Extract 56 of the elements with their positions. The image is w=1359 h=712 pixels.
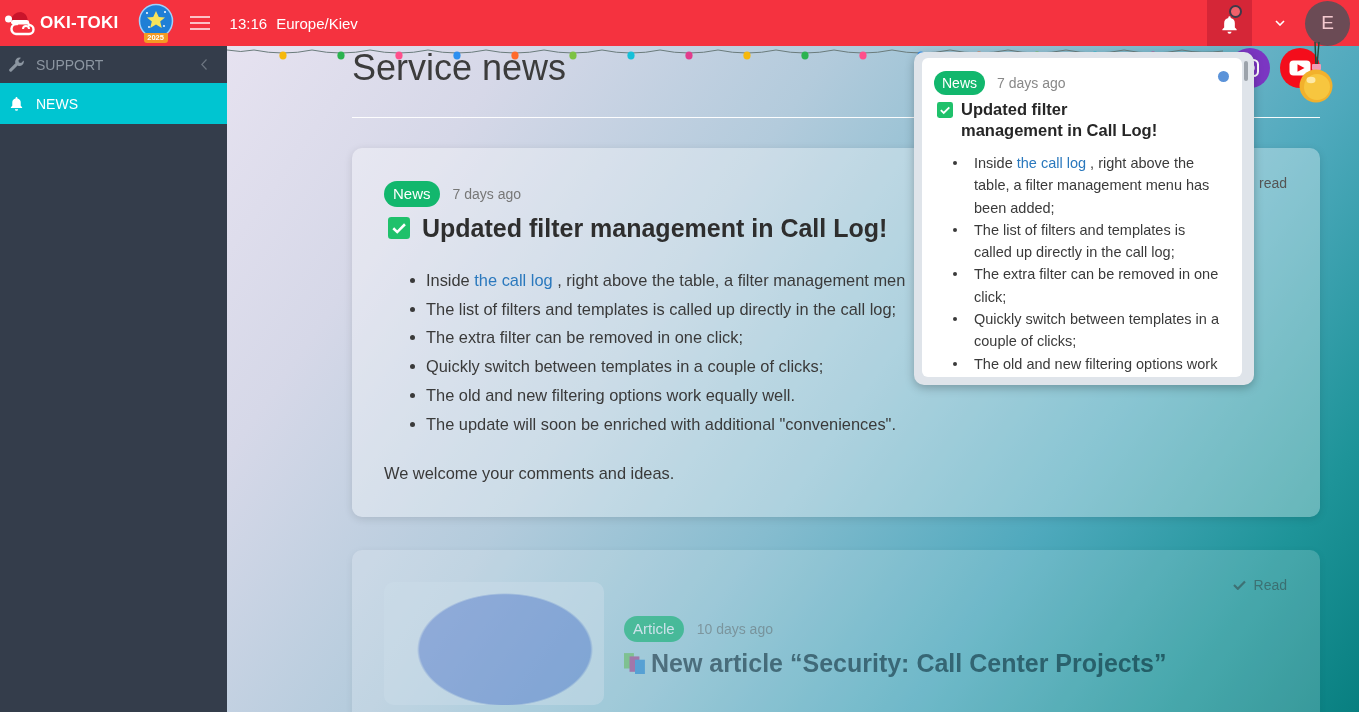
list-item-text: The extra filter can be removed in one click; (426, 327, 744, 349)
post-age: 7 days ago (997, 75, 1066, 91)
notification-title: Updated filter management in Call Log! (961, 99, 1159, 141)
page-title: Service news (352, 46, 567, 90)
bullet-icon (953, 317, 957, 322)
post-age: 10 days ago (696, 620, 773, 637)
list-item-text: The list of filters and templates is called up directly in the call log; (426, 298, 897, 320)
category-badge: Article (624, 615, 684, 642)
card-footer-text: We welcome your comments and ideas. (384, 464, 676, 484)
list-item-text: Quickly switch between templates in a couple of clicks; (974, 310, 1220, 352)
bullet-icon (410, 306, 415, 312)
bell-icon (9, 96, 24, 111)
bell-icon (1220, 15, 1239, 34)
list-item-text: Inside the call log , right above the table, a filter management menu has been added; (974, 154, 1211, 218)
notifications-button[interactable] (1207, 0, 1252, 46)
bullet-icon (410, 392, 415, 398)
bullet-icon (953, 272, 957, 277)
bullet-icon (410, 364, 415, 370)
mark-read-button[interactable]: read (1258, 175, 1287, 191)
logo-text: OKI-TOKI (40, 13, 119, 33)
read-status[interactable]: Read (1232, 577, 1287, 594)
list-item-text: Inside the call log , right above the table, a filter management men (426, 270, 906, 291)
scrollbar-thumb[interactable] (1244, 61, 1248, 81)
hat-cloud-logo-icon (4, 10, 36, 36)
list-item-text: Quickly switch between templates in a couple of clicks; (426, 356, 824, 378)
bullet-icon (953, 361, 957, 366)
bullet-icon (953, 161, 957, 165)
books-icon (624, 651, 646, 674)
checkmark-icon (388, 217, 410, 239)
text-link[interactable]: the call log (1016, 155, 1087, 171)
post-age: 7 days ago (452, 186, 521, 202)
clock-time: 13:16 (229, 14, 268, 32)
menu-icon[interactable] (189, 16, 210, 30)
category-badge: News (384, 181, 440, 207)
list-item-text: The update will soon be enriched with additional "conveniences". (426, 413, 896, 435)
ornament-icon (1298, 42, 1334, 104)
timezone-label: Europe/Kiev (276, 14, 358, 32)
bullet-icon (410, 421, 415, 427)
card-title: Updated filter management in Call Log! (422, 214, 888, 242)
bullet-icon (410, 335, 415, 341)
text-link[interactable]: the call log (474, 271, 553, 289)
card-title: New article “Security: Call Center Projects” (651, 648, 1167, 677)
list-item-text: The old and new filtering options work equally well. (426, 384, 795, 406)
list-item-text: The list of filters and templates is called up directly in the call log; (974, 220, 1187, 263)
sidebar-item[interactable]: SUPPORT (0, 46, 227, 83)
bullet-icon (410, 278, 415, 283)
sidebar-item[interactable]: NEWS (0, 83, 227, 124)
user-avatar[interactable]: E (1305, 0, 1350, 46)
category-badge: News (934, 71, 985, 95)
caret-down-icon[interactable] (1275, 20, 1285, 26)
checkmark-icon (937, 102, 953, 118)
list-item-text: The old and new filtering options work (974, 354, 1218, 374)
wrench-icon (9, 57, 24, 72)
checkmark-icon (1232, 580, 1246, 591)
list-item-text: The extra filter can be removed in one click; (974, 265, 1220, 307)
bullet-icon (953, 227, 957, 232)
